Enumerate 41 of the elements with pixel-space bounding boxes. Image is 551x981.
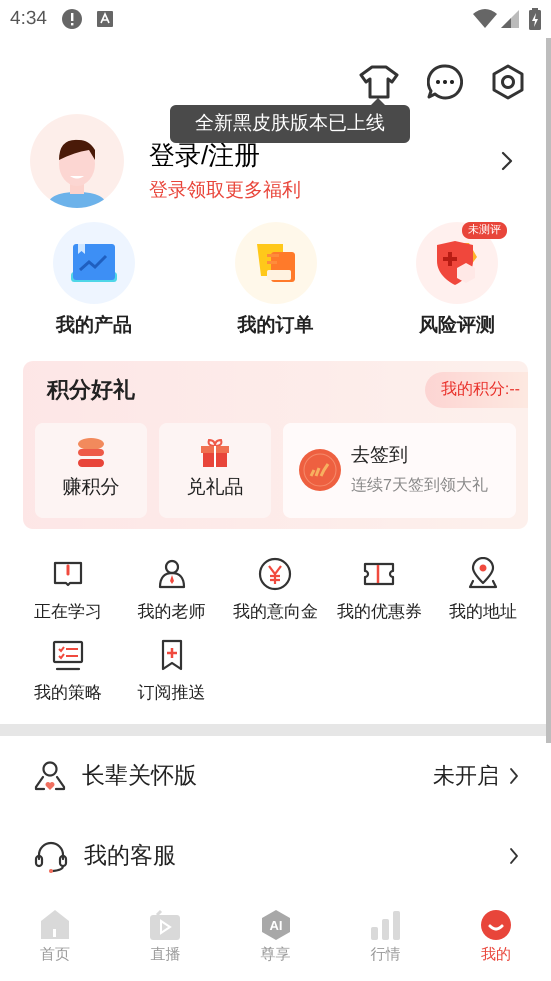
hexagon-icon: AI	[260, 909, 292, 941]
keyboard-icon	[96, 11, 113, 27]
service-entry[interactable]: 订阅推送	[120, 638, 224, 706]
badge: 未测评	[462, 222, 507, 239]
battery-icon	[529, 8, 541, 30]
person-heart-icon	[34, 760, 66, 792]
coin-stack-icon	[77, 438, 105, 468]
alert-icon	[62, 9, 82, 29]
smile-icon	[480, 909, 512, 941]
home-icon	[39, 909, 72, 941]
checkin-tile[interactable]: 去签到 连续7天签到领大礼	[283, 422, 516, 518]
service-entry[interactable]: 我的地址	[431, 556, 535, 624]
settings-row[interactable]: 我的客服	[0, 816, 551, 896]
gift-icon	[200, 438, 230, 468]
wifi-icon	[473, 9, 497, 29]
service-entry[interactable]: 我的优惠券	[327, 556, 432, 624]
service-entry[interactable]: 正在学习	[16, 556, 120, 624]
points-title: 积分好礼	[47, 376, 135, 404]
tooltip: 全新黑皮肤版本已上线	[170, 98, 410, 143]
skin-shirt-button[interactable]	[359, 64, 399, 100]
play-screen-icon	[149, 909, 182, 941]
message-button[interactable]	[427, 64, 463, 100]
bar-chart-icon	[370, 909, 402, 941]
chevron-right-icon	[509, 766, 519, 784]
chevron-right-icon	[509, 846, 519, 864]
monitor-list-icon	[50, 638, 85, 672]
chevron-right-icon	[501, 151, 513, 171]
service-entry[interactable]: 我的策略	[16, 638, 120, 706]
earn-points-tile[interactable]: 赚积分	[35, 422, 147, 518]
service-entry[interactable]: 我的意向金	[224, 556, 328, 624]
signal-icon	[501, 10, 519, 28]
login-subtitle: 登录领取更多福利	[149, 178, 302, 203]
status-time: 4:34	[10, 6, 47, 31]
settings-button[interactable]	[491, 64, 525, 100]
yen-coin-icon	[258, 556, 292, 590]
redeem-gift-tile[interactable]: 兑礼品	[159, 422, 271, 518]
chart-book-icon	[70, 242, 118, 284]
settings-row[interactable]: 长辈关怀版 未开启	[0, 736, 551, 816]
tab[interactable]: 我的	[440, 905, 551, 981]
coin-icon	[299, 449, 341, 491]
service-entry[interactable]: 我的老师	[120, 556, 224, 624]
